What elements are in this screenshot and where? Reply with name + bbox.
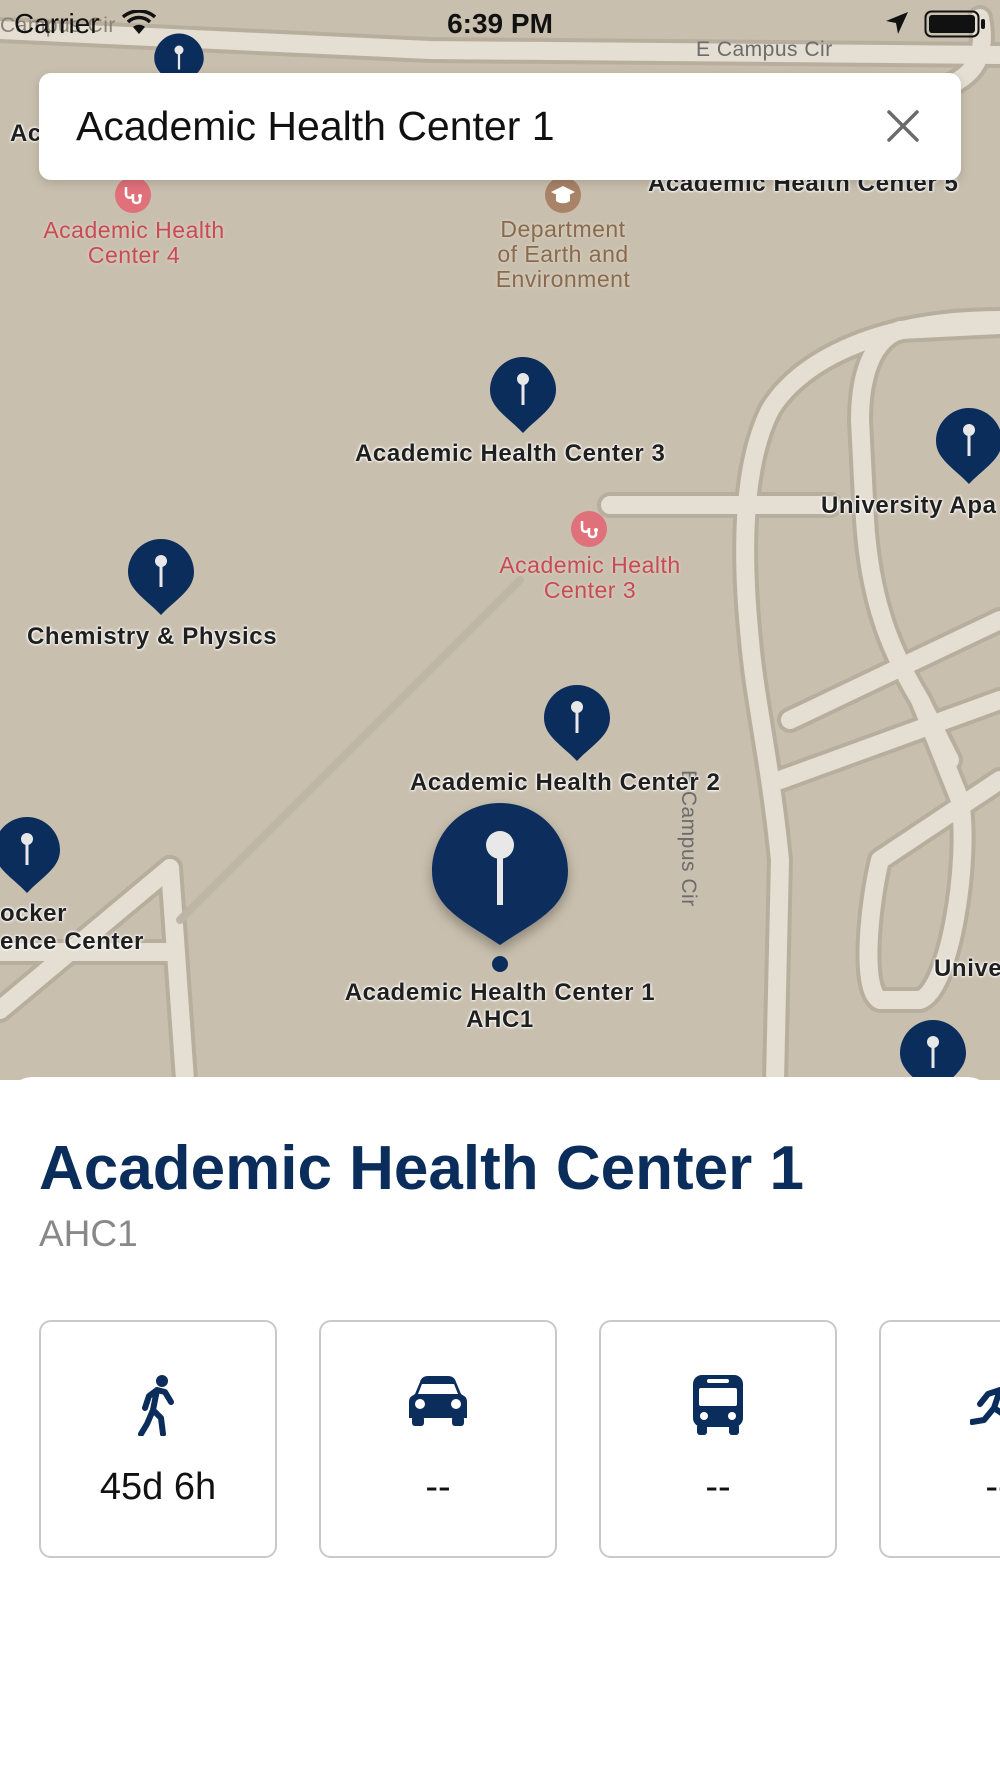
status-bar: Carrier 6:39 PM (0, 0, 1000, 48)
stethoscope-icon (115, 177, 151, 213)
poi-earth-line1: Department (500, 216, 626, 242)
map-pin-crocker[interactable] (0, 815, 62, 895)
walking-icon (138, 1375, 174, 1437)
map-pin-ahc2[interactable] (542, 683, 612, 763)
pin-label-top-left: Ac (10, 120, 42, 147)
pin-label-ahc3: Academic Health Center 3 (355, 440, 666, 467)
car-icon (409, 1376, 467, 1426)
map-view[interactable]: E Campus Cir Campus Cir E Campus Cir Aca… (0, 0, 1000, 1080)
battery-icon (924, 10, 985, 38)
running-icon (969, 1387, 1000, 1425)
search-bar[interactable]: Academic Health Center 1 (39, 73, 961, 180)
run-mode-value: -- (985, 1466, 1000, 1508)
map-pin-bottom-right[interactable] (898, 1018, 968, 1080)
pin-label-crocker: ocker ence Center (0, 900, 144, 956)
pin-label-crocker-line2: ence Center (0, 928, 144, 955)
poi-ahc3-line2: Center 3 (543, 577, 637, 603)
poi-earth-line2: of Earth and (497, 241, 629, 267)
pin-label-chemistry-physics: Chemistry & Physics (27, 623, 278, 650)
pin-label-university-bottom: Unive (934, 955, 1000, 982)
graduation-cap-icon (545, 177, 581, 213)
pin-label-ahc2: Academic Health Center 2 (410, 769, 721, 796)
walk-mode-card[interactable]: 45d 6h (39, 1320, 277, 1558)
bus-mode-card[interactable]: -- (599, 1320, 837, 1558)
location-arrow-icon (886, 12, 908, 34)
bus-icon (693, 1375, 743, 1435)
map-pin-ahc3[interactable] (488, 355, 558, 435)
status-time: 6:39 PM (447, 8, 553, 39)
poi-ahc4-line2: Center 4 (87, 242, 181, 268)
pin-label-ahc1: Academic Health Center 1 AHC1 (335, 979, 665, 1033)
map-pin-university-apartments[interactable] (934, 406, 1000, 486)
run-mode-card[interactable]: -- (879, 1320, 1000, 1558)
location-title: Academic Health Center 1 (39, 1134, 804, 1203)
close-icon[interactable] (883, 106, 923, 146)
drive-mode-card[interactable]: -- (319, 1320, 557, 1558)
pin-label-university-apartments: University Apa (821, 492, 997, 519)
location-detail-sheet[interactable]: Academic Health Center 1 AHC1 45d 6h -- (0, 1077, 1000, 1778)
map-pin-chemistry-physics[interactable] (126, 537, 196, 617)
search-input[interactable]: Academic Health Center 1 (76, 103, 555, 150)
pin-label-crocker-line1: ocker (0, 900, 68, 927)
poi-ahc3-line1: Academic Health (499, 552, 681, 578)
stethoscope-icon (571, 511, 607, 547)
bus-mode-value: -- (705, 1466, 731, 1508)
location-code: AHC1 (39, 1213, 138, 1254)
pin-label-ahc1-code: AHC1 (466, 1006, 534, 1033)
poi-earth-line3: Environment (495, 266, 631, 292)
drive-mode-value: -- (425, 1466, 451, 1508)
selected-map-pin-ahc1[interactable] (420, 795, 580, 975)
poi-ahc4-line1: Academic Health (43, 217, 225, 243)
walk-mode-value: 45d 6h (99, 1466, 217, 1508)
pin-label-ahc1-name: Academic Health Center 1 (344, 979, 656, 1006)
